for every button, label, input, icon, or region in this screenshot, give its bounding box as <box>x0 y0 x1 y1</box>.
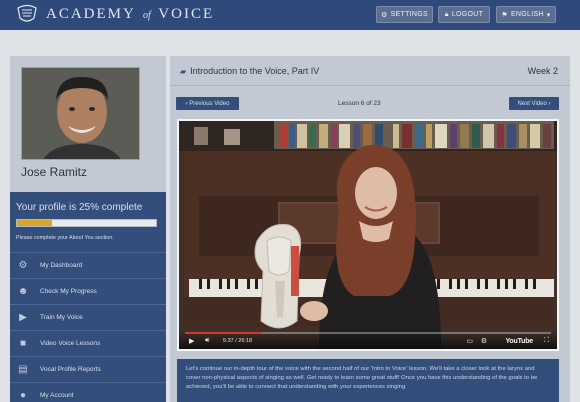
settings-label: SETTINGS <box>390 11 428 18</box>
brand-name-of: of <box>143 9 151 21</box>
volume-icon[interactable]: 🔊︎ <box>205 337 209 345</box>
user-name: Jose Ramitz <box>21 165 88 179</box>
sidebar-item-label: My Account <box>40 392 74 399</box>
video-camera-icon: ■ <box>19 338 27 349</box>
lesson-title-text: Introduction to the Voice, Part IV <box>190 66 320 76</box>
brand-name-part2: VOICE <box>158 5 215 22</box>
sidebar-item-label: Check My Progress <box>40 288 97 295</box>
video-progress-fill <box>185 332 262 334</box>
lesson-counter: Lesson 6 of 23 <box>338 100 381 107</box>
language-dropdown[interactable]: ⚑ ENGLISH ▾ <box>496 6 556 23</box>
profile-completion-title: Your profile is 25% complete <box>16 202 143 213</box>
document-icon: ▤ <box>18 364 28 375</box>
top-navbar: ACADEMY of VOICE ⚙ SETTINGS 🔒︎ LOGOUT ⚑ … <box>0 0 580 30</box>
head-icon: ☻ <box>17 286 29 297</box>
language-label: ENGLISH <box>510 11 544 18</box>
lesson-header: ▰ Introduction to the Voice, Part IV Wee… <box>170 56 570 86</box>
profile-progress-fill <box>17 220 52 226</box>
sidebar-menu: ⚙ My Dashboard ☻ Check My Progress ▶ Tra… <box>10 252 166 402</box>
profile-completion-panel: Your profile is 25% complete Please comp… <box>10 192 166 252</box>
sidebar-item-label: Video Voice Lessons <box>40 340 101 347</box>
settings-button[interactable]: ⚙ SETTINGS <box>376 6 433 23</box>
crest-icon <box>17 4 37 22</box>
avatar <box>21 67 140 160</box>
left-sidebar: Jose Ramitz Your profile is 25% complete… <box>10 56 166 402</box>
video-frame <box>179 121 557 349</box>
sidebar-item-label: My Dashboard <box>40 262 83 269</box>
video-time: 5:37 / 26:18 <box>223 338 253 344</box>
sidebar-item-progress[interactable]: ☻ Check My Progress <box>10 278 166 304</box>
lesson-description: Let's continue our in-depth tour of the … <box>177 359 559 402</box>
play-icon: ▶ <box>19 312 27 323</box>
profile-completion-note[interactable]: Please complete your About You section. <box>16 235 114 241</box>
brand-name-part1: ACADEMY <box>46 5 136 22</box>
sidebar-item-dashboard[interactable]: ⚙ My Dashboard <box>10 252 166 278</box>
sidebar-item-reports[interactable]: ▤ Vocal Profile Reports <box>10 356 166 382</box>
sidebar-item-account[interactable]: ● My Account <box>10 382 166 402</box>
logout-button[interactable]: 🔒︎ LOGOUT <box>438 6 490 23</box>
sidebar-item-train[interactable]: ▶ Train My Voice <box>10 304 166 330</box>
logout-label: LOGOUT <box>451 11 484 18</box>
sidebar-item-label: Vocal Profile Reports <box>40 366 101 373</box>
lesson-title: ▰ Introduction to the Voice, Part IV <box>180 66 319 76</box>
sidebar-item-video-lessons[interactable]: ■ Video Voice Lessons <box>10 330 166 356</box>
gear-icon: ⚙ <box>381 11 388 19</box>
next-video-button[interactable]: Next Video › <box>509 97 559 110</box>
lock-icon: 🔒︎ <box>444 10 449 18</box>
youtube-logo[interactable]: YouTube <box>505 338 533 345</box>
video-player[interactable]: ▶ 🔊︎ 5:37 / 26:18 ▭ ⚙ YouTube ⛶ <box>177 119 559 351</box>
chevron-down-icon: ▾ <box>546 11 551 19</box>
bookshelf <box>274 121 554 149</box>
sidebar-item-label: Train My Voice <box>40 314 83 321</box>
previous-video-button[interactable]: ‹ Previous Video <box>176 97 239 110</box>
profile-progress-bar <box>16 219 157 227</box>
avatar-photo <box>22 68 139 159</box>
user-icon: ● <box>19 390 27 401</box>
brand[interactable]: ACADEMY of VOICE <box>16 4 214 24</box>
video-progress-bar[interactable] <box>185 332 551 334</box>
gear-icon: ⚙ <box>18 260 28 271</box>
book-icon: ▰ <box>180 66 187 76</box>
settings-icon[interactable]: ⚙ <box>481 337 487 345</box>
lesson-panel: ▰ Introduction to the Voice, Part IV Wee… <box>170 56 570 402</box>
week-label: Week 2 <box>527 66 558 76</box>
flag-icon: ⚑ <box>501 11 508 19</box>
brand-name: ACADEMY of VOICE <box>46 6 214 23</box>
play-icon[interactable]: ▶ <box>189 337 194 345</box>
captions-icon[interactable]: ▭ <box>466 337 473 345</box>
fullscreen-icon[interactable]: ⛶ <box>544 337 549 345</box>
